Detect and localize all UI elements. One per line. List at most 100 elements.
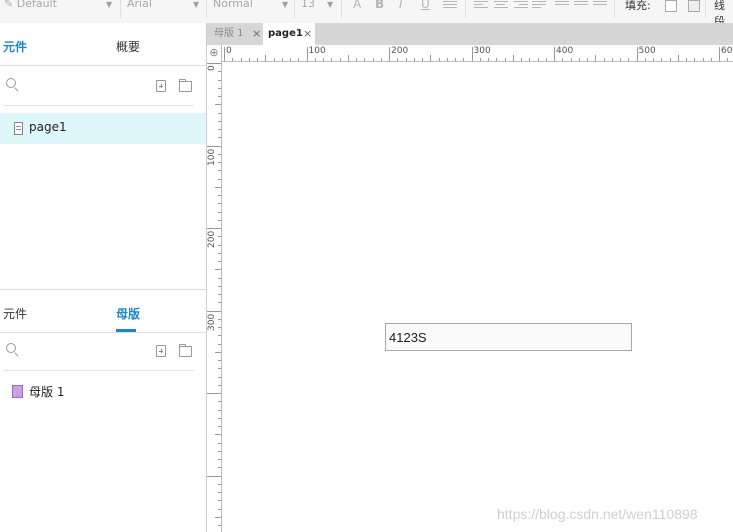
valign-top-icon[interactable]	[555, 1, 569, 11]
ruler-tick	[218, 244, 221, 246]
tab-page1[interactable]: page1 ×	[263, 23, 315, 46]
canvas-text-field[interactable]	[385, 323, 632, 351]
toolbar: ✎ Default ▼ Arial ▼ Normal ▼ 13 ▼ A B I …	[0, 0, 733, 24]
toolbar-divider	[465, 0, 466, 18]
ruler-tick	[603, 58, 605, 61]
ruler-tick	[218, 483, 221, 485]
ruler-tick	[314, 58, 316, 61]
ruler-label: 500	[638, 46, 656, 56]
ruler-label: 200	[391, 46, 409, 56]
ruler-tick	[218, 343, 221, 345]
add-folder-icon[interactable]	[179, 79, 192, 92]
ruler-tick	[215, 434, 221, 436]
search-divider	[4, 370, 194, 371]
ruler-tick	[578, 58, 580, 61]
align-right-icon[interactable]	[514, 1, 528, 11]
ruler-tick	[380, 58, 382, 61]
ruler-tick	[438, 58, 440, 61]
fill-color-swatch[interactable]	[665, 0, 677, 12]
ruler-tick	[218, 508, 221, 510]
ruler-tick	[215, 104, 221, 106]
ruler-tick	[422, 58, 423, 61]
style-dropdown[interactable]: ✎ Default	[4, 0, 57, 11]
ruler-tick	[595, 55, 597, 61]
horizontal-ruler: 0 100 200 300 400 500 600	[222, 45, 733, 62]
toolbar-divider	[206, 0, 207, 18]
ruler-tick	[719, 47, 720, 61]
align-justify-icon[interactable]	[532, 1, 546, 11]
ruler-tick	[207, 228, 221, 229]
tab-label: 母版 1	[214, 28, 244, 39]
ruler-tick	[455, 58, 456, 61]
ruler-label: 600	[721, 46, 733, 56]
ruler-tick	[218, 178, 221, 180]
tab-widgets[interactable]: 元件	[3, 38, 27, 55]
font-dropdown[interactable]: Arial	[127, 0, 152, 11]
canvas-area: 母版 1 × page1 × ⊕ 0 100 200 300 400 500 600 0 10…	[207, 23, 733, 532]
ruler-tick	[218, 120, 221, 122]
valign-middle-icon[interactable]	[574, 1, 588, 11]
ruler-tick	[636, 47, 638, 61]
ruler-tick	[218, 368, 221, 370]
ruler-tick	[372, 58, 374, 61]
add-page-icon[interactable]	[156, 80, 166, 92]
ruler-tick	[694, 58, 696, 61]
search-icon[interactable]	[6, 78, 16, 88]
ruler-tick	[218, 252, 221, 254]
ruler-tick	[218, 162, 221, 163]
master-name: 母版 1	[29, 385, 65, 399]
ruler-tick	[529, 58, 531, 61]
vertical-ruler: 0 100 200 300	[207, 61, 222, 532]
master-icon	[12, 385, 23, 398]
ruler-origin-icon[interactable]: ⊕	[207, 45, 222, 62]
ruler-tick	[710, 58, 712, 61]
ruler-label: 400	[556, 46, 574, 56]
ruler-tick	[218, 335, 221, 337]
master-list-item[interactable]: 母版 1	[0, 376, 206, 407]
italic-button[interactable]: I	[399, 0, 403, 11]
ruler-tick	[207, 310, 221, 312]
ruler-tick	[463, 58, 465, 61]
ruler-tick	[218, 492, 221, 493]
ruler-tick	[215, 186, 221, 188]
add-folder-icon[interactable]	[179, 344, 192, 357]
line-label: 线段	[714, 0, 725, 24]
align-center-icon[interactable]	[494, 1, 508, 11]
ruler-tick	[248, 58, 250, 61]
ruler-tick	[290, 58, 291, 61]
ruler-tick	[405, 58, 407, 61]
ruler-tick	[218, 318, 221, 320]
ruler-tick	[218, 170, 221, 172]
ruler-tick	[653, 58, 654, 61]
align-left-icon[interactable]	[474, 1, 488, 11]
font-weight-dropdown[interactable]: Normal	[213, 0, 253, 11]
bold-button[interactable]: B	[375, 0, 384, 11]
search-icon[interactable]	[6, 343, 16, 353]
tab-masters[interactable]: 母版	[116, 305, 140, 322]
close-icon[interactable]: ×	[252, 23, 261, 45]
pages-panel-tabs: 元件 概要	[0, 23, 206, 66]
chevron-down-icon: ▼	[193, 0, 200, 9]
ruler-tick	[207, 475, 221, 477]
fill-image-icon[interactable]	[688, 0, 700, 12]
ruler-tick	[218, 96, 221, 97]
bullet-list-icon[interactable]	[443, 1, 457, 11]
ruler-tick	[218, 450, 221, 452]
page-list-item[interactable]: page1	[0, 113, 206, 144]
search-divider	[4, 105, 194, 106]
tab-outline[interactable]: 概要	[116, 38, 140, 55]
valign-bottom-icon[interactable]	[593, 1, 607, 11]
ruler-label: 0	[226, 46, 232, 56]
close-icon[interactable]: ×	[303, 23, 312, 45]
tab-widgets-lower[interactable]: 元件	[3, 305, 27, 322]
text-color-button[interactable]: A	[353, 0, 361, 11]
ruler-tick	[347, 55, 349, 61]
underline-button[interactable]: U	[421, 0, 430, 11]
toolbar-divider	[294, 0, 295, 18]
ruler-tick	[331, 58, 333, 61]
font-size-dropdown[interactable]: 13	[301, 0, 315, 11]
ruler-tick	[364, 58, 366, 61]
tab-master-1[interactable]: 母版 1 ×	[211, 23, 263, 45]
ruler-tick	[218, 525, 221, 526]
add-master-icon[interactable]	[156, 345, 166, 357]
